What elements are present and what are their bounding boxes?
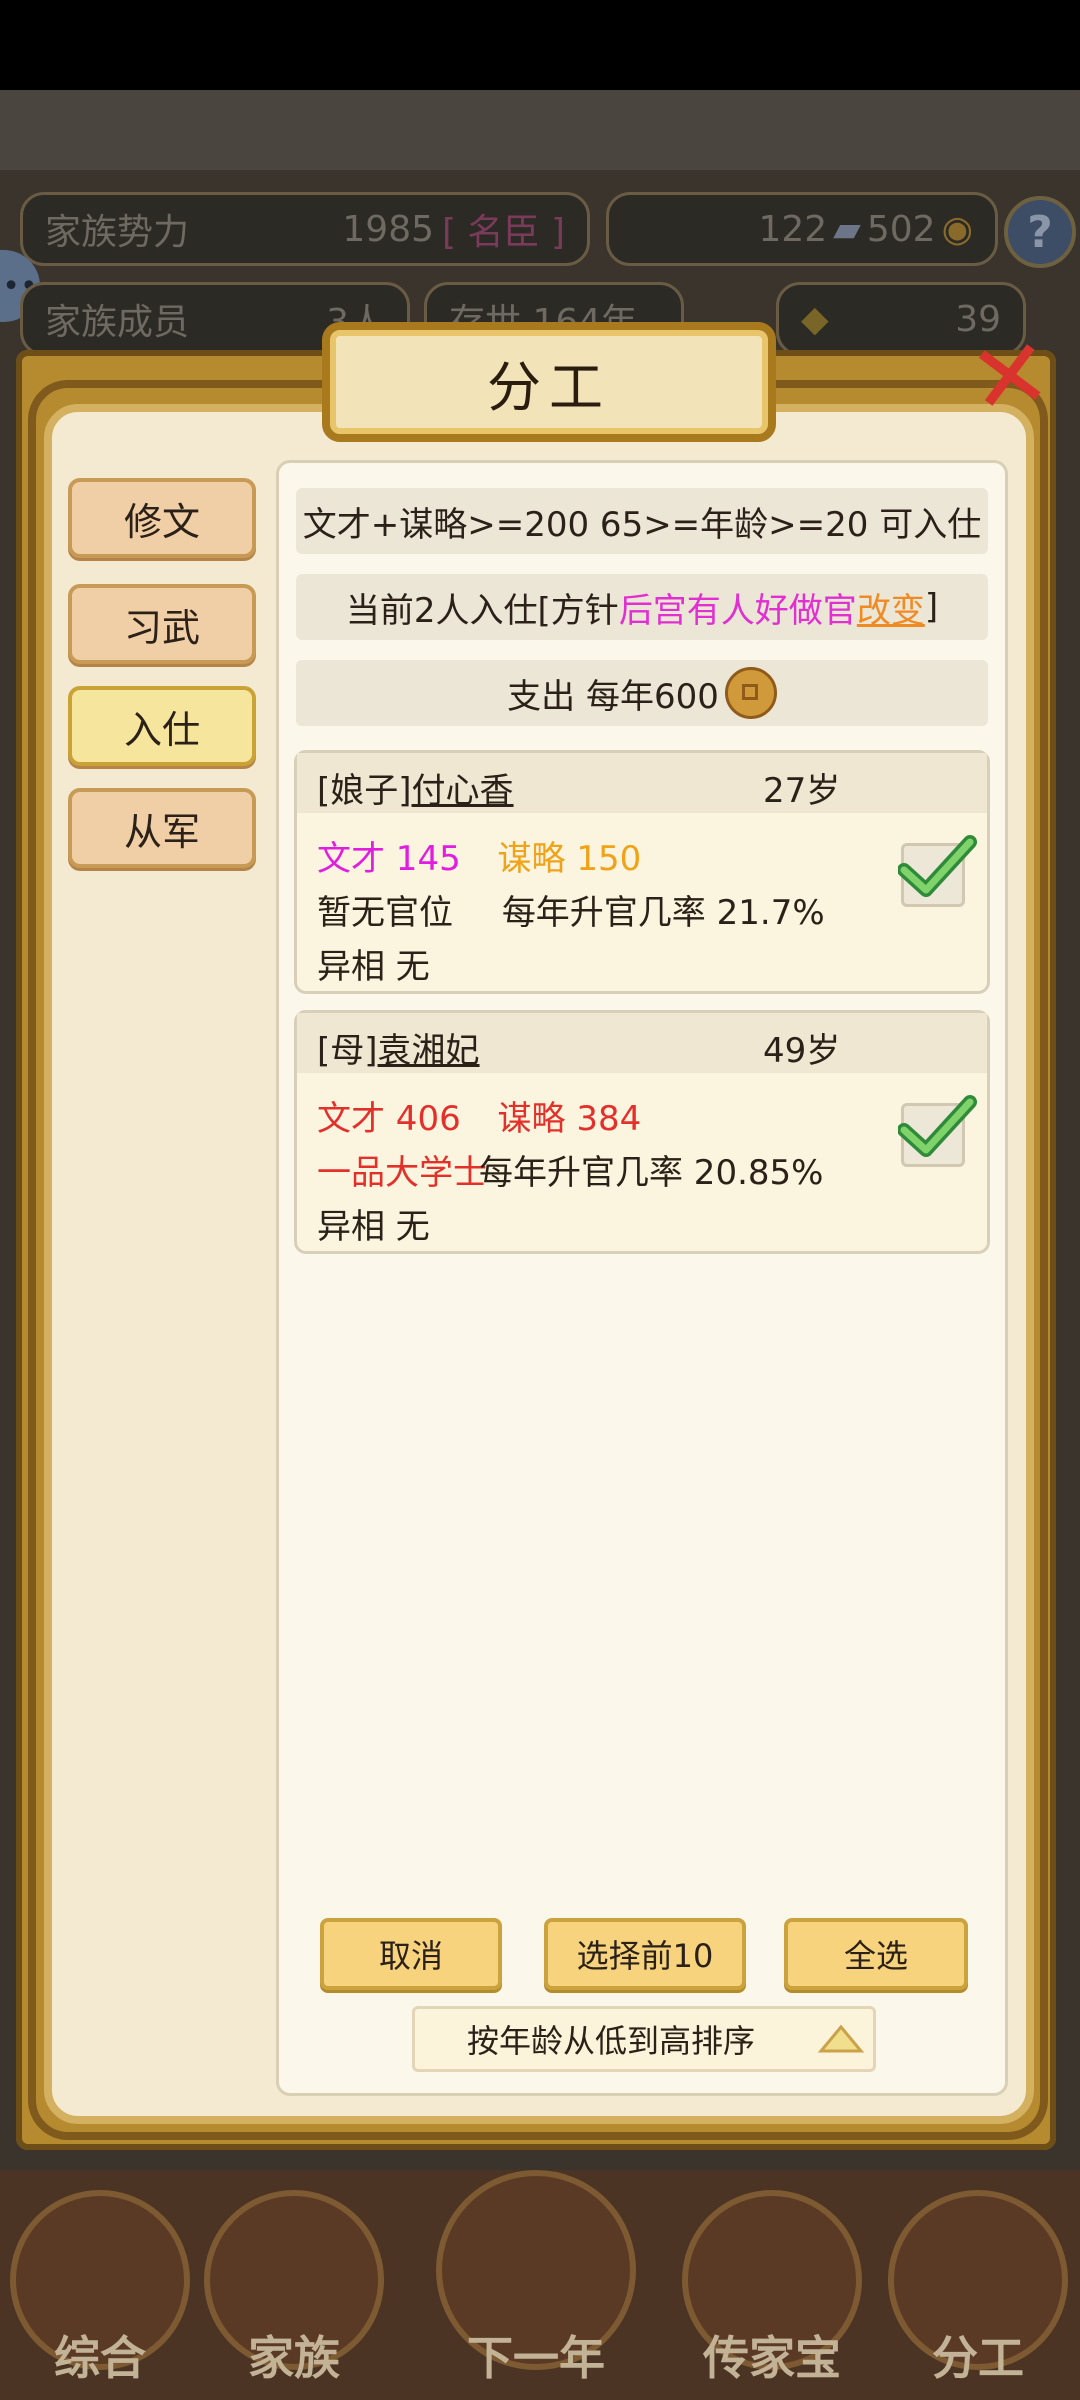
checkmark-icon [898, 835, 977, 897]
policy-name: 后宫有人好做官 [618, 590, 857, 631]
clan-members-label: 家族成员 [45, 302, 190, 343]
tab-xiwu[interactable]: 习武 [68, 584, 256, 664]
clan-power-label: 家族势力 [45, 212, 190, 253]
person-card[interactable]: [母]袁湘妃 49岁 文才 406 谋略 384 一品大学士每年升官几率 20.… [294, 1010, 990, 1254]
change-policy-link[interactable]: 改变 [857, 583, 925, 632]
wencai-stat: 文才 406 [317, 1099, 461, 1139]
wencai-stat: 文才 145 [317, 839, 461, 879]
official-post: 一品大学士 [317, 1153, 487, 1193]
person-trait: 异相 无 [317, 1207, 430, 1247]
silver-icon: ▰ [833, 208, 861, 250]
nav-label: 分工 [932, 2331, 1024, 2385]
help-button[interactable]: ? [1004, 196, 1076, 268]
current-officials-info: 当前2人入仕[方针 后宫有人好做官 改变] [296, 574, 988, 640]
select-top10-button[interactable]: 选择前10 [544, 1918, 746, 1990]
person-post-row: 一品大学士每年升官几率 20.85% [317, 1145, 823, 1194]
copper-coin-icon [724, 667, 777, 719]
expense-text: 支出 每年600 [507, 676, 719, 717]
select-checkbox[interactable] [898, 835, 977, 907]
status-bar [0, 0, 1080, 90]
currency-row: 122 ▰ 502 ◉ [606, 192, 998, 266]
person-post-row: 暂无官位 每年升官几率 21.7% [317, 885, 825, 934]
official-post: 暂无官位 [317, 893, 453, 933]
tab-rushi[interactable]: 入仕 [68, 686, 256, 766]
person-relation: [母] [317, 1031, 378, 1071]
sort-dropdown[interactable]: 按年龄从低到高排序 [412, 2006, 876, 2072]
nav-label: 家族 [248, 2331, 340, 2385]
moulue-stat: 谋略 150 [497, 839, 642, 879]
expense-info: 支出 每年600 [296, 660, 988, 726]
close-button[interactable]: ✕ [953, 316, 1067, 439]
person-age: 27岁 [763, 771, 841, 811]
person-trait: 异相 无 [317, 947, 430, 987]
tab-xiuwen[interactable]: 修文 [68, 478, 256, 558]
current-prefix: 当前2人入仕[方针 [345, 590, 619, 631]
person-name-link[interactable]: 付心香 [412, 771, 514, 811]
select-all-button[interactable]: 全选 [784, 1918, 968, 1990]
sort-label: 按年龄从低到高排序 [467, 2022, 756, 2060]
moulue-stat: 谋略 384 [497, 1099, 642, 1139]
person-name: [娘子]付心香 [317, 763, 514, 812]
coin-icon: ◉ [941, 208, 973, 250]
nav-label: 传家宝 [703, 2331, 841, 2385]
person-name-link[interactable]: 袁湘妃 [378, 1031, 480, 1071]
person-stats: 文才 406 谋略 384 [317, 1091, 641, 1140]
current-suffix: ] [924, 587, 939, 627]
clan-power-rank: [ 名臣 ] [442, 212, 565, 253]
cancel-button[interactable]: 取消 [320, 1918, 502, 1990]
person-relation: [娘子] [317, 771, 412, 811]
top-band [0, 90, 1080, 170]
promotion-rate: 每年升官几率 21.7% [501, 893, 825, 933]
currency-a-value: 122 [758, 208, 828, 250]
person-age: 49岁 [763, 1031, 841, 1071]
gold-ingot-icon: ◆ [801, 298, 829, 340]
select-checkbox[interactable] [898, 1095, 977, 1167]
person-card[interactable]: [娘子]付心香 27岁 文才 145 谋略 150 暂无官位 每年升官几率 21… [294, 750, 990, 994]
currency-b-value: 502 [866, 208, 936, 250]
person-stats: 文才 145 谋略 150 [317, 831, 641, 880]
promotion-rate: 每年升官几率 20.85% [479, 1153, 824, 1193]
nav-label: 综合 [54, 2331, 146, 2385]
tab-congjun[interactable]: 从军 [68, 788, 256, 868]
requirement-text: 文才+谋略>=200 65>=年龄>=20 可入仕 [296, 488, 988, 554]
clan-power-row: 家族势力 1985 [ 名臣 ] [20, 192, 590, 266]
person-name: [母]袁湘妃 [317, 1023, 480, 1072]
nav-label: 下一年 [467, 2331, 605, 2385]
clan-power-value: 1985 [342, 208, 435, 250]
sort-up-triangle-icon [817, 2024, 865, 2053]
checkmark-icon [898, 1095, 977, 1157]
dialog-title: 分工 [322, 322, 776, 442]
